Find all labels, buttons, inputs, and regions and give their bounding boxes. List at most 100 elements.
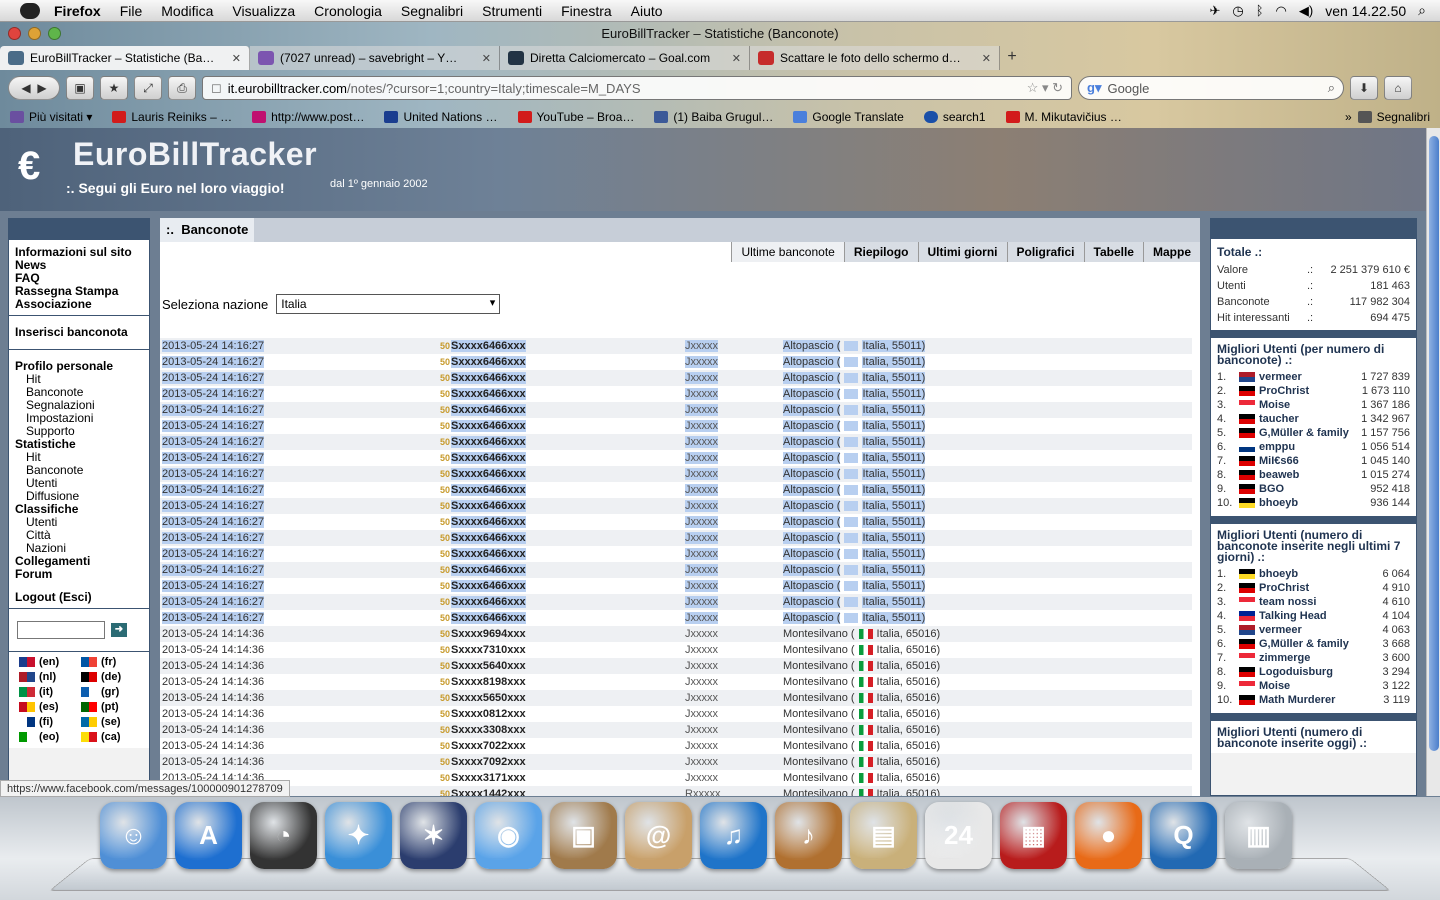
serial-link[interactable]: Sxxxx5650xxx	[451, 692, 526, 704]
tab-yahoo-mail[interactable]: (7027 unread) – savebright – Y… ✕	[250, 46, 500, 70]
rank-user[interactable]: vermeer	[1239, 624, 1382, 636]
tab-poligrafici[interactable]: Poligrafici	[1007, 242, 1084, 262]
bluetooth-icon[interactable]: ᛒ	[1256, 3, 1264, 18]
search-bar[interactable]: g▾ Google ⌕	[1078, 76, 1344, 100]
print-button[interactable]: ⎙	[168, 76, 196, 100]
quick-search-input[interactable]	[17, 621, 105, 639]
date-text[interactable]: 2013-05-24 14:16:27	[162, 420, 264, 432]
date-text[interactable]: 2013-05-24 14:14:36	[162, 740, 264, 752]
imovie-icon[interactable]: ✶	[400, 802, 467, 869]
language-link[interactable]: (nl)	[19, 671, 77, 684]
date-text[interactable]: 2013-05-24 14:14:36	[162, 628, 264, 640]
menu-file[interactable]: File	[120, 3, 143, 19]
language-link[interactable]: (de)	[81, 671, 139, 684]
date-text[interactable]: 2013-05-24 14:14:36	[162, 644, 264, 656]
serial-link[interactable]: Sxxxx9694xxx	[451, 628, 526, 640]
city-link[interactable]: Altopascio (	[783, 452, 840, 464]
volume-icon[interactable]: ◀)	[1299, 3, 1313, 19]
user-name[interactable]: G,Müller & family	[1259, 638, 1349, 650]
city-link[interactable]: Montesilvano (	[783, 788, 855, 796]
serial-link[interactable]: Sxxxx1442xxx	[451, 788, 526, 796]
itunes-icon[interactable]: ♫	[700, 802, 767, 869]
tab-eurobilltracker[interactable]: EuroBillTracker – Statistiche (Ba… ✕	[0, 46, 250, 70]
serial-link[interactable]: Sxxxx6466xxx	[451, 468, 526, 480]
rank-user[interactable]: bhoeyb	[1239, 568, 1382, 580]
menu-segnalibri[interactable]: Segnalibri	[401, 3, 463, 19]
serial-link[interactable]: Sxxxx6466xxx	[451, 484, 526, 496]
language-link[interactable]: (ca)	[81, 731, 139, 744]
tab-ultime-banconote[interactable]: Ultime banconote	[731, 242, 843, 262]
rank-user[interactable]: Moise	[1239, 680, 1382, 692]
date-text[interactable]: 2013-05-24 14:16:27	[162, 548, 264, 560]
serial-link[interactable]: Sxxxx6466xxx	[451, 532, 526, 544]
user-name[interactable]: vermeer	[1259, 371, 1302, 383]
go-arrow-icon[interactable]: ➜	[111, 623, 127, 637]
rank-user[interactable]: zimmerge	[1239, 652, 1382, 664]
city-link[interactable]: Altopascio (	[783, 356, 840, 368]
quicktime-icon[interactable]: Q	[1150, 802, 1217, 869]
user-name[interactable]: G,Müller & family	[1259, 427, 1349, 439]
user-name[interactable]: Moise	[1259, 680, 1290, 692]
serial-link[interactable]: Sxxxx6466xxx	[451, 340, 526, 352]
date-text[interactable]: 2013-05-24 14:16:27	[162, 532, 264, 544]
bookmarks-overflow-button[interactable]: »	[1345, 110, 1352, 124]
user-name[interactable]: BGO	[1259, 483, 1284, 495]
url-bar[interactable]: ◻ it.eurobilltracker.com/notes/?cursor=1…	[202, 76, 1072, 100]
date-text[interactable]: 2013-05-24 14:16:27	[162, 484, 264, 496]
page-scrollbar[interactable]	[1426, 128, 1440, 796]
menu-modifica[interactable]: Modifica	[161, 3, 213, 19]
language-link[interactable]: (fi)	[19, 716, 77, 729]
city-link[interactable]: Montesilvano (	[783, 724, 855, 736]
site-identity-icon[interactable]: ◻	[211, 80, 222, 96]
rank-user[interactable]: BGO	[1239, 483, 1370, 495]
rank-user[interactable]: Moise	[1239, 399, 1361, 411]
date-text[interactable]: 2013-05-24 14:16:27	[162, 500, 264, 512]
scrollbar-thumb[interactable]	[1429, 136, 1439, 751]
photo-booth-icon[interactable]: ▦	[1000, 802, 1067, 869]
city-link[interactable]: Altopascio (	[783, 468, 840, 480]
date-text[interactable]: 2013-05-24 14:16:27	[162, 372, 264, 384]
forward-icon[interactable]: ▶	[37, 81, 46, 95]
downloads-button[interactable]: ⬇	[1350, 76, 1378, 100]
serial-link[interactable]: Sxxxx7022xxx	[451, 740, 526, 752]
rank-user[interactable]: Logoduisburg	[1239, 666, 1382, 678]
city-link[interactable]: Altopascio (	[783, 404, 840, 416]
date-text[interactable]: 2013-05-24 14:16:27	[162, 580, 264, 592]
tab-close-icon[interactable]: ✕	[232, 52, 241, 65]
serial-link[interactable]: Sxxxx6466xxx	[451, 420, 526, 432]
city-link[interactable]: Altopascio (	[783, 340, 840, 352]
fullscreen-button[interactable]: ⤢	[134, 76, 162, 100]
bookmark-facebook[interactable]: (1) Baiba Grugul…	[654, 110, 773, 124]
date-text[interactable]: 2013-05-24 14:16:27	[162, 452, 264, 464]
city-link[interactable]: Altopascio (	[783, 580, 840, 592]
city-link[interactable]: Altopascio (	[783, 484, 840, 496]
firefox-icon[interactable]: ●	[1075, 802, 1142, 869]
nav-forum[interactable]: Forum	[15, 568, 143, 581]
date-text[interactable]: 2013-05-24 14:14:36	[162, 708, 264, 720]
serial-link[interactable]: Sxxxx6466xxx	[451, 516, 526, 528]
rank-user[interactable]: bhoeyb	[1239, 497, 1370, 509]
app-store-icon[interactable]: A	[175, 802, 242, 869]
tab-goal[interactable]: Diretta Calciomercato – Goal.com ✕	[500, 46, 750, 70]
user-name[interactable]: taucher	[1259, 413, 1299, 425]
language-link[interactable]: (it)	[19, 686, 77, 699]
city-link[interactable]: Montesilvano (	[783, 756, 855, 768]
search-icon[interactable]: ⌕	[1328, 80, 1335, 96]
tab-close-icon[interactable]: ✕	[732, 52, 741, 65]
date-text[interactable]: 2013-05-24 14:16:27	[162, 388, 264, 400]
nav-associazione[interactable]: Associazione	[15, 298, 143, 311]
zoom-window-icon[interactable]	[48, 27, 61, 40]
serial-link[interactable]: Sxxxx3308xxx	[451, 724, 526, 736]
user-name[interactable]: beaweb	[1259, 469, 1299, 481]
serial-link[interactable]: Sxxxx6466xxx	[451, 612, 526, 624]
user-name[interactable]: vermeer	[1259, 624, 1302, 636]
clock[interactable]: ven 14.22.50	[1325, 3, 1406, 19]
menu-aiuto[interactable]: Aiuto	[631, 3, 663, 19]
menu-strumenti[interactable]: Strumenti	[482, 3, 542, 19]
bookmark-search1[interactable]: search1	[924, 110, 986, 124]
bookmarks-menu-button[interactable]: Segnalibri	[1358, 110, 1430, 124]
menu-visualizza[interactable]: Visualizza	[232, 3, 295, 19]
language-link[interactable]: (en)	[19, 656, 77, 669]
city-link[interactable]: Altopascio (	[783, 420, 840, 432]
city-link[interactable]: Altopascio (	[783, 436, 840, 448]
